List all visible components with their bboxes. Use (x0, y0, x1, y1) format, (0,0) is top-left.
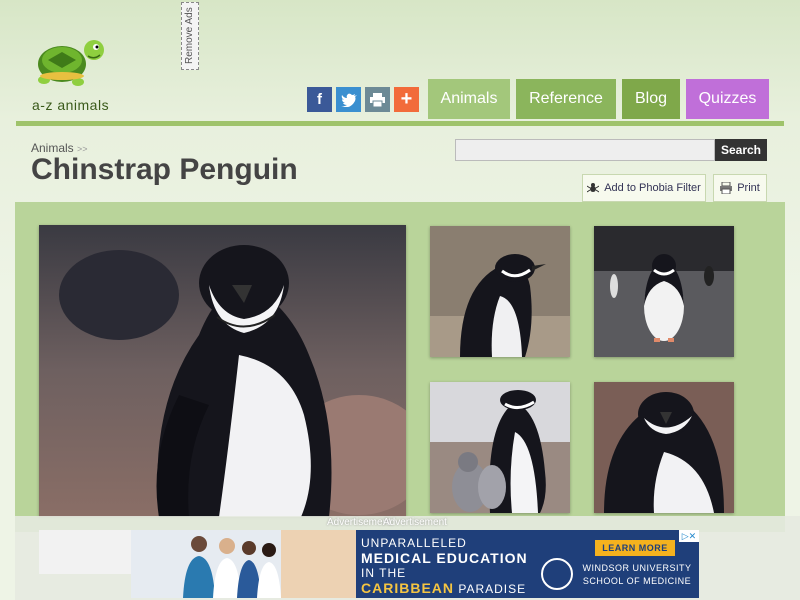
share-bar: f + (307, 87, 419, 112)
print-icon (720, 182, 733, 194)
ad-headline-paradise: PARADISE (458, 582, 527, 596)
twitter-icon[interactable] (336, 87, 361, 112)
ad-headline-caribbean: CARIBBEAN (361, 580, 454, 596)
phobia-label: Add to Phobia Filter (604, 182, 701, 194)
page-title: Chinstrap Penguin (31, 153, 298, 186)
thumbnail-1[interactable] (430, 226, 570, 357)
plus-icon[interactable]: + (394, 87, 419, 112)
turtle-icon (38, 40, 104, 86)
print-button[interactable]: Print (713, 174, 767, 202)
site-logo[interactable] (30, 32, 110, 92)
ad-learn-more-button[interactable]: LEARN MORE (595, 540, 675, 556)
logo-text[interactable]: a-z animals (32, 97, 109, 113)
ad-headline-line1: UNPARALLELED (361, 536, 467, 550)
ad-placeholder (39, 530, 131, 574)
thumbnail-3[interactable] (430, 382, 570, 513)
nav-animals[interactable]: Animals (428, 79, 510, 119)
main-penguin-photo[interactable] (39, 225, 406, 517)
ad-headline-line3: IN THE (361, 566, 407, 580)
ad-label-secondary: Advertisement (383, 517, 447, 528)
printer-icon (370, 92, 385, 107)
nav-quizzes[interactable]: Quizzes (686, 79, 769, 119)
ad-university-name: WINDSOR UNIVERSITY SCHOOL OF MEDICINE (579, 562, 695, 588)
penguin-closeup-icon (594, 382, 734, 513)
ad-label: Advertisement (327, 517, 391, 528)
advertisement-banner[interactable]: UNPARALLELED MEDICAL EDUCATION IN THE CA… (131, 530, 699, 598)
penguin-thumbnail-icon (430, 226, 570, 357)
penguin-thumbnail-icon (594, 226, 734, 357)
ad-university-line2: SCHOOL OF MEDICINE (582, 576, 692, 586)
spider-icon (587, 183, 600, 193)
ad-university-line1: WINDSOR UNIVERSITY (582, 563, 692, 573)
nav-blog[interactable]: Blog (622, 79, 680, 119)
ad-headline-line2: MEDICAL EDUCATION (361, 550, 528, 566)
search-button[interactable]: Search (715, 139, 767, 161)
twitter-bird-icon (340, 93, 357, 107)
ad-headline: UNPARALLELED MEDICAL EDUCATION IN THE CA… (361, 536, 528, 597)
adchoices-close-icon[interactable]: ▷✕ (679, 530, 699, 542)
print-label: Print (737, 182, 760, 194)
nav-reference[interactable]: Reference (516, 79, 616, 119)
thumbnail-2[interactable] (594, 226, 734, 357)
remove-ads-button[interactable]: Remove Ads (181, 2, 199, 70)
chinstrap-penguin-image (39, 225, 406, 517)
search-input[interactable] (455, 139, 715, 161)
header-divider (16, 121, 784, 126)
main-nav: Animals Reference Blog Quizzes (428, 79, 769, 119)
add-phobia-filter-button[interactable]: Add to Phobia Filter (582, 174, 706, 202)
university-seal-icon (541, 558, 573, 590)
thumbnail-4[interactable] (594, 382, 734, 513)
penguin-with-chicks-icon (430, 382, 570, 513)
doctors-photo-icon (131, 530, 356, 598)
facebook-icon[interactable]: f (307, 87, 332, 112)
print-icon[interactable] (365, 87, 390, 112)
